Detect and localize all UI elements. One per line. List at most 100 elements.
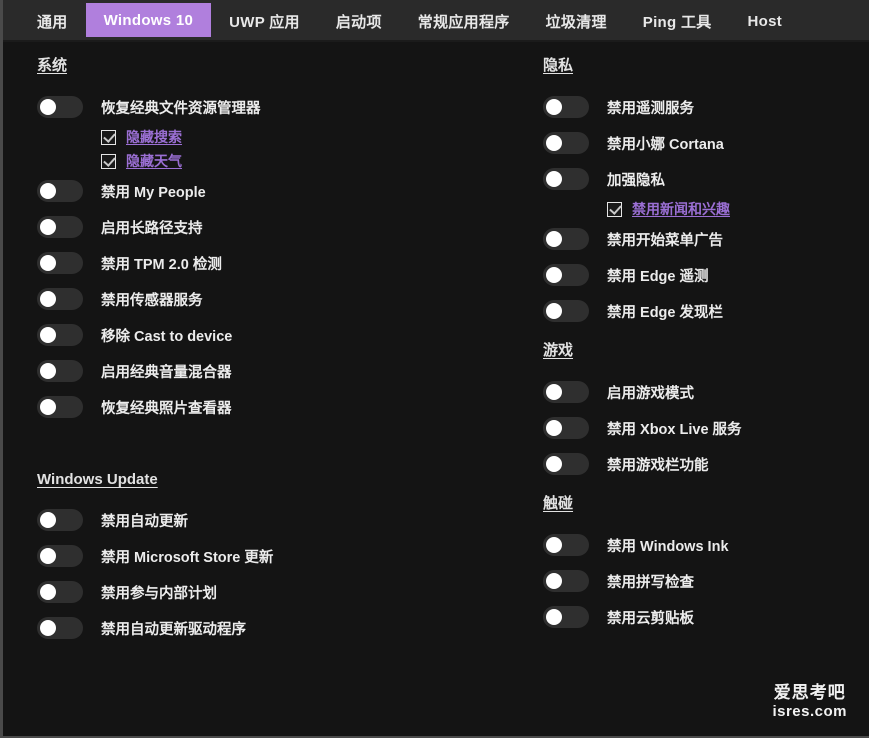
watermark: 爱思考吧 isres.com: [772, 682, 847, 722]
app-window: 通用 Windows 10 UWP 应用 启动项 常规应用程序 垃圾清理 Ping 工具 Ho…: [0, 0, 869, 738]
setting-label: 禁用小娜 Cortana: [607, 136, 724, 153]
sub-setting-label[interactable]: 隐藏搜索: [126, 127, 182, 147]
setting-row: 启用经典音量混合器: [37, 353, 543, 389]
setting-row: 禁用开始菜单广告: [543, 221, 869, 257]
tab-4[interactable]: 常规应用程序: [400, 0, 528, 42]
setting-row: 禁用传感器服务: [37, 281, 543, 317]
toggle-switch[interactable]: [37, 360, 83, 382]
toggle-knob: [546, 456, 562, 472]
toggle-switch[interactable]: [37, 509, 83, 531]
setting-label: 启用长路径支持: [101, 220, 203, 237]
setting-row: 移除 Cast to device: [37, 317, 543, 353]
watermark-en: isres.com: [772, 703, 847, 721]
toggle-switch[interactable]: [37, 252, 83, 274]
toggle-switch[interactable]: [37, 216, 83, 238]
toggle-knob: [40, 327, 56, 343]
toggle-knob: [546, 573, 562, 589]
setting-row: 加强隐私: [543, 161, 869, 197]
setting-row: 启用游戏模式: [543, 374, 869, 410]
toggle-switch[interactable]: [37, 324, 83, 346]
setting-row: 禁用 Xbox Live 服务: [543, 410, 869, 446]
toggle-switch[interactable]: [37, 581, 83, 603]
watermark-cn: 爱思考吧: [773, 683, 846, 702]
tab-6[interactable]: Ping 工具: [625, 0, 730, 42]
toggle-switch[interactable]: [543, 534, 589, 556]
toggle-switch[interactable]: [543, 381, 589, 403]
section-title: Windows Update: [37, 471, 158, 488]
toggle-knob: [546, 231, 562, 247]
setting-label: 禁用 Xbox Live 服务: [607, 421, 742, 438]
toggle-knob: [40, 255, 56, 271]
section-1: Windows Update 禁用自动更新禁用 Microsoft Store 更…: [37, 471, 543, 646]
tab-7[interactable]: Host: [730, 0, 801, 42]
setting-label: 禁用遥测服务: [607, 100, 694, 117]
setting-row: 禁用遥测服务: [543, 89, 869, 125]
checkbox[interactable]: [607, 201, 622, 217]
toggle-switch[interactable]: [37, 396, 83, 418]
toggle-switch[interactable]: [543, 570, 589, 592]
left-column: 系统 恢复经典文件资源管理器 隐藏搜索 隐藏天气 禁用 My People 启用长路径支持…: [3, 54, 543, 736]
setting-label: 启用游戏模式: [607, 385, 694, 402]
setting-row: 恢复经典照片查看器: [37, 389, 543, 425]
sub-setting-row: 隐藏搜索: [37, 125, 543, 149]
toggle-knob: [40, 620, 56, 636]
toggle-switch[interactable]: [37, 96, 83, 118]
toggle-switch[interactable]: [543, 417, 589, 439]
section-title: 触碰: [543, 495, 574, 512]
setting-label: 禁用 TPM 2.0 检测: [101, 256, 222, 273]
toggle-knob: [546, 384, 562, 400]
toggle-switch[interactable]: [543, 453, 589, 475]
toggle-switch[interactable]: [543, 168, 589, 190]
sub-setting-label[interactable]: 隐藏天气: [126, 151, 182, 171]
tab-bar: 通用 Windows 10 UWP 应用 启动项 常规应用程序 垃圾清理 Ping 工具 Ho…: [3, 0, 869, 42]
setting-row: 禁用 My People: [37, 173, 543, 209]
setting-row: 禁用小娜 Cortana: [543, 125, 869, 161]
setting-label: 移除 Cast to device: [101, 328, 233, 345]
setting-row: 禁用 Windows Ink: [543, 527, 869, 563]
setting-row: 恢复经典文件资源管理器: [37, 89, 543, 125]
tab-5[interactable]: 垃圾清理: [528, 0, 625, 42]
toggle-switch[interactable]: [37, 617, 83, 639]
checkbox[interactable]: [101, 129, 116, 145]
setting-label: 禁用 Microsoft Store 更新: [101, 549, 274, 566]
toggle-switch[interactable]: [543, 132, 589, 154]
settings-content: 系统 恢复经典文件资源管理器 隐藏搜索 隐藏天气 禁用 My People 启用长路径支持…: [3, 42, 869, 736]
toggle-switch[interactable]: [37, 180, 83, 202]
toggle-knob: [546, 99, 562, 115]
toggle-knob: [546, 537, 562, 553]
setting-row: 禁用 Edge 发现栏: [543, 293, 869, 329]
setting-label: 禁用参与内部计划: [101, 585, 217, 602]
toggle-knob: [546, 135, 562, 151]
section-1: 游戏 启用游戏模式 禁用 Xbox Live 服务 禁用游戏栏功能: [543, 339, 869, 482]
toggle-switch[interactable]: [543, 300, 589, 322]
toggle-knob: [40, 183, 56, 199]
toggle-switch[interactable]: [37, 288, 83, 310]
tab-3[interactable]: 启动项: [318, 0, 400, 42]
setting-label: 禁用开始菜单广告: [607, 232, 723, 249]
toggle-switch[interactable]: [543, 96, 589, 118]
setting-label: 禁用游戏栏功能: [607, 457, 709, 474]
sub-setting-label[interactable]: 禁用新闻和兴趣: [632, 199, 730, 219]
toggle-switch[interactable]: [37, 545, 83, 567]
toggle-knob: [546, 420, 562, 436]
setting-label: 加强隐私: [607, 172, 665, 189]
tab-0[interactable]: 通用: [19, 0, 86, 42]
toggle-knob: [40, 363, 56, 379]
toggle-switch[interactable]: [543, 228, 589, 250]
setting-row: 禁用 Edge 遥测: [543, 257, 869, 293]
toggle-knob: [40, 291, 56, 307]
toggle-switch[interactable]: [543, 606, 589, 628]
setting-row: 禁用自动更新: [37, 502, 543, 538]
tab-2[interactable]: UWP 应用: [211, 0, 318, 42]
toggle-switch[interactable]: [543, 264, 589, 286]
sub-setting-row: 隐藏天气: [37, 149, 543, 173]
checkbox[interactable]: [101, 153, 116, 169]
setting-row: 禁用参与内部计划: [37, 574, 543, 610]
tab-1[interactable]: Windows 10: [85, 3, 212, 37]
toggle-knob: [546, 171, 562, 187]
setting-label: 禁用 Edge 遥测: [607, 268, 709, 285]
toggle-knob: [40, 548, 56, 564]
setting-label: 禁用自动更新驱动程序: [101, 621, 246, 638]
toggle-knob: [546, 609, 562, 625]
